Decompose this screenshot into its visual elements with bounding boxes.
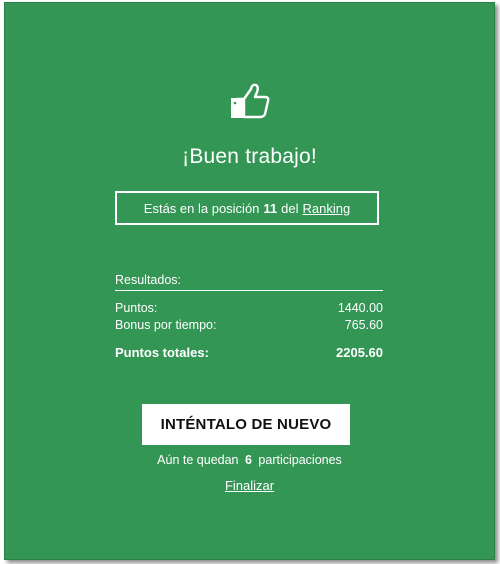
finish-link-wrap: Finalizar (5, 478, 494, 493)
total-label: Puntos totales: (115, 345, 209, 360)
time-bonus-label: Bonus por tiempo: (115, 318, 217, 332)
results-section: Resultados: Puntos: 1440.00 Bonus por ti… (115, 273, 383, 361)
remaining-prefix: Aún te quedan (157, 453, 239, 467)
remaining-suffix: participaciones (258, 453, 342, 467)
remaining-attempts: Aún te quedan 6 participaciones (5, 453, 494, 467)
time-bonus-row: Bonus por tiempo: 765.60 (115, 317, 383, 334)
points-label: Puntos: (115, 301, 158, 315)
points-value: 1440.00 (337, 301, 383, 315)
total-row: Puntos totales: 2205.60 (115, 344, 383, 361)
ranking-box: Estás en la posición 11 del Ranking (115, 191, 379, 225)
ranking-link[interactable]: Ranking (303, 201, 351, 216)
ranking-position: 11 (263, 200, 278, 216)
time-bonus-value: 765.60 (344, 318, 383, 332)
retry-button[interactable]: INTÉNTALO DE NUEVO (142, 404, 350, 445)
result-panel: ¡Buen trabajo! Estás en la posición 11 d… (4, 2, 495, 560)
points-row: Puntos: 1440.00 (115, 300, 383, 317)
finish-link[interactable]: Finalizar (225, 478, 274, 493)
ranking-middle: del (281, 200, 299, 216)
remaining-count: 6 (244, 453, 252, 467)
total-value: 2205.60 (336, 345, 383, 360)
headline: ¡Buen trabajo! (182, 145, 317, 168)
results-title: Resultados: (115, 273, 383, 291)
thumbs-up-icon (231, 83, 270, 119)
ranking-prefix: Estás en la posición (143, 200, 260, 216)
